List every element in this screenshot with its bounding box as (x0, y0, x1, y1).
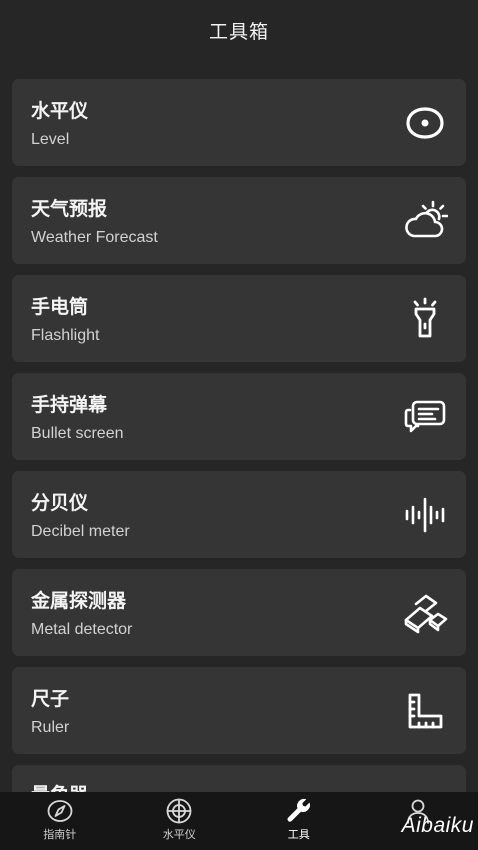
tool-list: 水平仪 Level 天气预报 Weather Forecast 手电筒 Flas… (12, 79, 466, 816)
tool-title: 分贝仪 (31, 493, 89, 514)
ruler-icon (402, 688, 448, 734)
tool-card-ruler[interactable]: 尺子 Ruler (12, 667, 466, 754)
watermark: Aibaiku (401, 814, 474, 837)
flashlight-icon (402, 296, 448, 342)
tool-card-decibel[interactable]: 分贝仪 Decibel meter (12, 471, 466, 558)
tab-label: 水平仪 (162, 829, 196, 841)
tool-card-metal-detector[interactable]: 金属探测器 Metal detector (12, 569, 466, 656)
weather-icon (402, 198, 448, 244)
tool-subtitle: Level (31, 131, 70, 148)
level-tab-icon (165, 797, 193, 825)
tool-subtitle: Weather Forecast (31, 229, 158, 246)
tool-card-bullet-screen[interactable]: 手持弹幕 Bullet screen (12, 373, 466, 460)
page-title: 工具箱 (208, 21, 269, 43)
tool-subtitle: Ruler (31, 719, 70, 736)
tool-subtitle: Metal detector (31, 621, 133, 638)
tool-subtitle: Bullet screen (31, 425, 124, 442)
decibel-icon (402, 492, 448, 538)
tool-title: 天气预报 (31, 199, 108, 220)
tool-title: 手持弹幕 (31, 395, 108, 416)
tab-tools[interactable]: 工具 (239, 792, 359, 850)
tool-title: 水平仪 (31, 101, 89, 122)
tool-subtitle: Flashlight (31, 327, 100, 344)
tool-card-flashlight[interactable]: 手电筒 Flashlight (12, 275, 466, 362)
tool-title: 手电筒 (31, 297, 89, 318)
tool-subtitle: Decibel meter (31, 523, 130, 540)
tool-card-level[interactable]: 水平仪 Level (12, 79, 466, 166)
wrench-icon (285, 797, 313, 825)
tab-compass[interactable]: 指南针 (0, 792, 120, 850)
level-icon (402, 100, 448, 146)
tab-label: 工具 (287, 829, 310, 841)
tab-label: 指南针 (43, 829, 77, 841)
bullet-screen-icon (402, 394, 448, 440)
tab-level[interactable]: 水平仪 (120, 792, 240, 850)
tool-card-weather[interactable]: 天气预报 Weather Forecast (12, 177, 466, 264)
metal-detector-icon (402, 590, 448, 636)
tool-title: 金属探测器 (31, 591, 127, 612)
tool-title: 尺子 (31, 689, 70, 710)
compass-icon (46, 797, 74, 825)
